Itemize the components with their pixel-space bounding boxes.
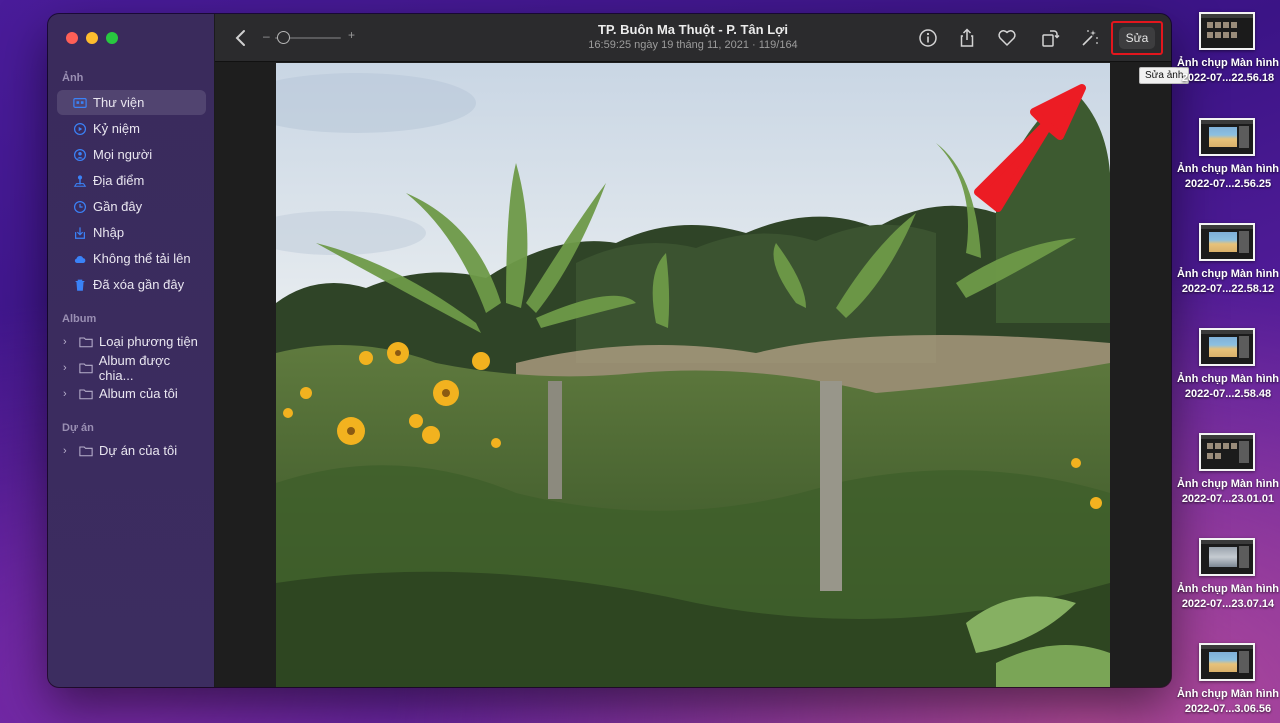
chevron-right-icon[interactable]: ›: [63, 445, 73, 457]
screenshot-thumbnail: [1199, 643, 1255, 681]
screenshot-thumbnail: [1199, 433, 1255, 471]
photos-window: Ảnh Thư viện Kỷ niệm Mọi người Địa điểm: [48, 14, 1171, 687]
share-button[interactable]: [955, 26, 979, 50]
sidebar-item-label: Loại phương tiện: [99, 334, 198, 349]
info-icon: [919, 29, 937, 47]
trash-icon: [73, 278, 87, 292]
sidebar-item-label: Dự án của tôi: [99, 443, 178, 458]
sidebar-item-library[interactable]: Thư viện: [57, 90, 206, 115]
sidebar-item-label: Nhập: [93, 225, 125, 240]
file-name: Ảnh chụp Màn hình 2022-07...23.07.14: [1176, 583, 1280, 610]
chevron-right-icon[interactable]: ›: [63, 388, 73, 400]
minimize-button[interactable]: [86, 32, 98, 44]
zoom-out-icon[interactable]: –: [263, 29, 270, 43]
file-name: Ảnh chụp Màn hình 2022-07...2.58.48: [1176, 373, 1280, 400]
auto-enhance-button[interactable]: [1078, 26, 1102, 50]
landscape-photo: [276, 63, 1110, 687]
sidebar-item-recents[interactable]: Gần đây: [57, 194, 206, 219]
sidebar-item-import[interactable]: Nhập: [57, 220, 206, 245]
edit-button-label: Sửa: [1118, 27, 1156, 49]
desktop-file[interactable]: Ảnh chụp Màn hình 2022-07...2.56.25: [1176, 118, 1280, 223]
sidebar-item-media-types[interactable]: › Loại phương tiện: [57, 329, 206, 354]
screenshot-thumbnail: [1199, 223, 1255, 261]
photo-title: TP. Buôn Ma Thuột - P. Tân Lợi: [597, 22, 789, 37]
edit-button[interactable]: Sửa: [1111, 21, 1163, 55]
section-title-album: Album: [62, 313, 97, 325]
zoom-in-icon[interactable]: +: [348, 28, 355, 42]
main-area: – + TP. Buôn Ma Thuột - P. Tân Lợi 16:59…: [215, 14, 1171, 687]
sidebar-item-label: Thư viện: [93, 95, 145, 110]
sidebar-item-places[interactable]: Địa điểm: [57, 168, 206, 193]
folder-icon: [79, 387, 93, 401]
screenshot-thumbnail: [1199, 328, 1255, 366]
title-block: TP. Buôn Ma Thuột - P. Tân Lợi 16:59:25 …: [455, 22, 931, 51]
file-name: Ảnh chụp Màn hình 2022-07...2.56.25: [1176, 163, 1280, 190]
window-controls: [66, 32, 118, 44]
section-title-photos: Ảnh: [62, 72, 84, 84]
desktop-file[interactable]: Ảnh chụp Màn hình 2022-07...2.58.48: [1176, 328, 1280, 433]
places-icon: [73, 174, 87, 188]
recents-icon: [73, 200, 87, 214]
file-name: Ảnh chụp Màn hình 2022-07...22.58.12: [1176, 268, 1280, 295]
file-name: Ảnh chụp Màn hình 2022-07...23.01.01: [1176, 478, 1280, 505]
memories-icon: [73, 122, 87, 136]
sidebar: Ảnh Thư viện Kỷ niệm Mọi người Địa điểm: [48, 14, 215, 687]
rotate-button[interactable]: [1038, 26, 1062, 50]
file-name: Ảnh chụp Màn hình 2022-07...22.56.18: [1176, 57, 1280, 84]
people-icon: [73, 148, 87, 162]
chevron-right-icon[interactable]: ›: [63, 362, 73, 374]
close-button[interactable]: [66, 32, 78, 44]
toolbar: – + TP. Buôn Ma Thuột - P. Tân Lợi 16:59…: [215, 14, 1171, 62]
sidebar-item-label: Mọi người: [93, 147, 153, 162]
photo-subtitle: 16:59:25 ngày 19 tháng 11, 2021 · 119/16…: [588, 39, 798, 51]
screenshot-thumbnail: [1199, 538, 1255, 576]
folder-icon: [79, 335, 93, 349]
folder-icon: [79, 444, 93, 458]
sidebar-item-my-projects[interactable]: › Dự án của tôi: [57, 438, 206, 463]
folder-icon: [79, 361, 93, 375]
sidebar-item-shared-albums[interactable]: › Album được chia...: [57, 352, 206, 383]
chevron-left-icon: [235, 30, 245, 46]
sidebar-item-label: Gần đây: [93, 199, 143, 214]
zoom-slider[interactable]: – +: [263, 28, 355, 46]
section-title-projects: Dự án: [62, 422, 94, 434]
share-icon: [960, 28, 974, 47]
heart-icon: [998, 30, 1016, 46]
desktop-file[interactable]: Ảnh chụp Màn hình 2022-07...23.01.01: [1176, 433, 1280, 538]
sidebar-item-recently-deleted[interactable]: Đã xóa gần đây: [57, 272, 206, 297]
sidebar-item-label: Không thể tải lên: [93, 251, 191, 266]
sidebar-item-label: Album của tôi: [99, 386, 178, 401]
desktop-file[interactable]: Ảnh chụp Màn hình 2022-07...3.06.56: [1176, 643, 1280, 723]
sidebar-item-upload-failed[interactable]: Không thể tải lên: [57, 246, 206, 271]
sidebar-item-people[interactable]: Mọi người: [57, 142, 206, 167]
magic-wand-icon: [1082, 30, 1098, 46]
screenshot-thumbnail: [1199, 12, 1255, 50]
sidebar-item-memories[interactable]: Kỷ niệm: [57, 116, 206, 141]
chevron-right-icon[interactable]: ›: [63, 336, 73, 348]
back-button[interactable]: [233, 27, 249, 49]
sidebar-item-label: Địa điểm: [93, 173, 145, 188]
zoom-button[interactable]: [106, 32, 118, 44]
library-icon: [73, 96, 87, 110]
sidebar-item-my-albums[interactable]: › Album của tôi: [57, 381, 206, 406]
file-name: Ảnh chụp Màn hình 2022-07...3.06.56: [1176, 688, 1280, 715]
sidebar-item-label: Album được chia...: [98, 352, 171, 383]
sidebar-item-label: Kỷ niệm: [93, 121, 140, 136]
photo-viewer[interactable]: [276, 63, 1110, 687]
desktop-file[interactable]: Ảnh chụp Màn hình 2022-07...23.07.14: [1176, 538, 1280, 643]
sidebar-item-label: Đã xóa gần đây: [93, 277, 185, 292]
rotate-icon: [1042, 30, 1060, 47]
import-icon: [73, 226, 87, 240]
desktop-file[interactable]: Ảnh chụp Màn hình 2022-07...22.56.18: [1176, 12, 1280, 117]
screenshot-thumbnail: [1199, 118, 1255, 156]
cloud-icon: [73, 252, 87, 266]
zoom-knob[interactable]: [277, 31, 290, 44]
desktop-file[interactable]: Ảnh chụp Màn hình 2022-07...22.58.12: [1176, 223, 1280, 328]
info-button[interactable]: [916, 26, 940, 50]
favorite-button[interactable]: [995, 26, 1019, 50]
